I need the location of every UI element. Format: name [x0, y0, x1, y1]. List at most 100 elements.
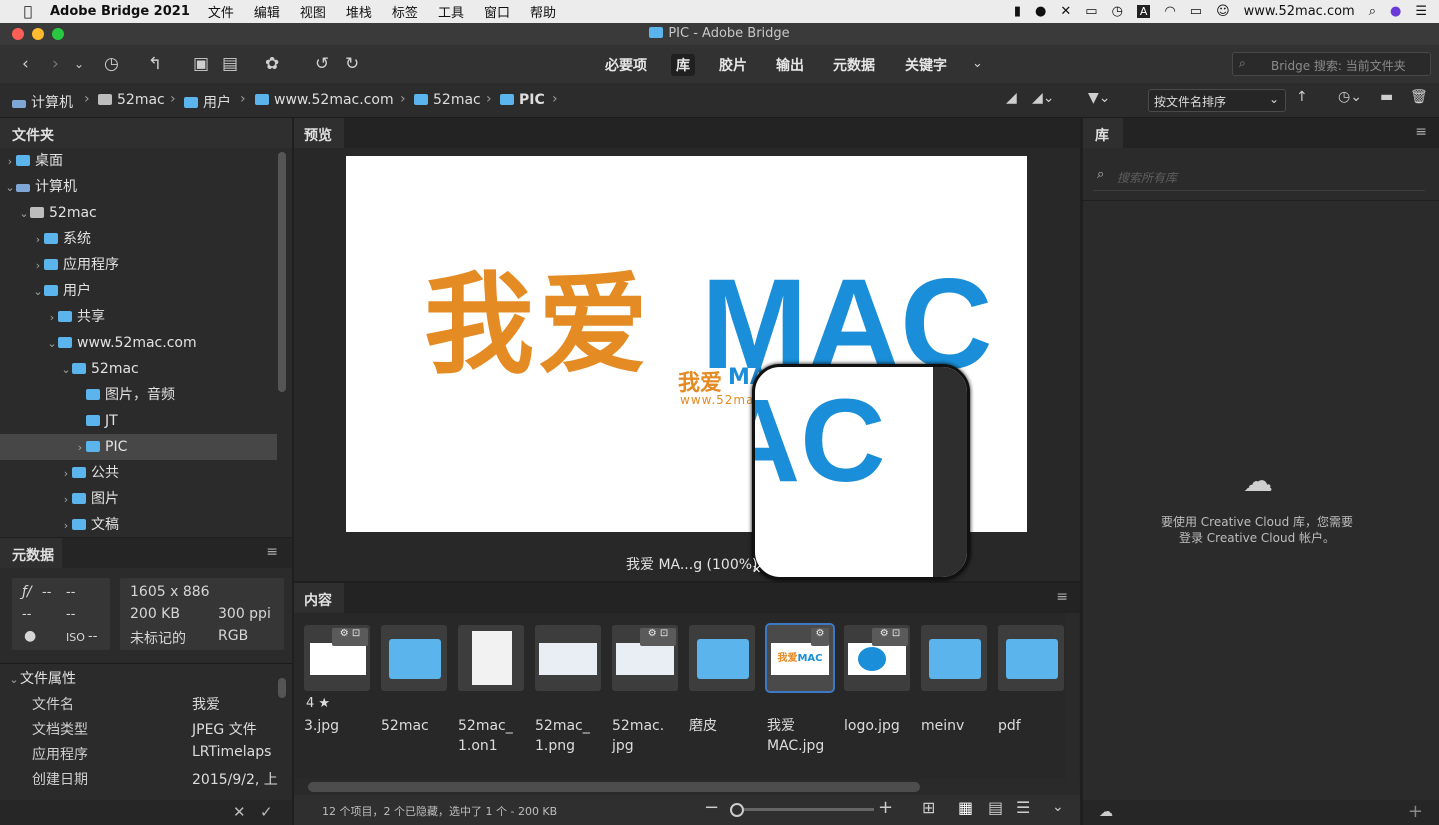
- thumb-52mac-folder[interactable]: [381, 625, 447, 691]
- tree-item-documents[interactable]: › 文稿: [0, 512, 277, 537]
- thumbnails-view-icon[interactable]: ▦: [958, 798, 973, 817]
- workspace-metadata[interactable]: 元数据: [828, 54, 880, 76]
- menu-label[interactable]: 标签: [392, 2, 418, 21]
- chevron-right-icon[interactable]: ›: [46, 305, 58, 331]
- zoom-out-icon[interactable]: −: [704, 797, 719, 818]
- tree-item-jt[interactable]: JT: [0, 408, 277, 434]
- file-name[interactable]: meinv: [921, 716, 995, 736]
- chevron-down-icon[interactable]: ⌄: [4, 175, 16, 201]
- rating[interactable]: 4 ★: [306, 696, 330, 711]
- folder-icon[interactable]: ▬: [1380, 89, 1393, 105]
- zoom-in-icon[interactable]: +: [878, 797, 893, 818]
- breadcrumb-52mac[interactable]: 52mac: [414, 92, 481, 108]
- thumb-logo-jpg[interactable]: ⚙ ⊡: [844, 625, 910, 691]
- new-folder-menu-icon[interactable]: ◷⌄: [1338, 89, 1362, 105]
- breadcrumb-site[interactable]: www.52mac.com: [255, 92, 394, 108]
- content-scrollbar[interactable]: [308, 782, 920, 792]
- apple-icon[interactable]: : [14, 4, 42, 20]
- content-vscroll[interactable]: [1066, 613, 1078, 783]
- workspace-library[interactable]: 库: [671, 54, 695, 76]
- slider-handle[interactable]: [730, 803, 744, 817]
- recent-icon[interactable]: ◷: [104, 54, 119, 74]
- chevron-right-icon[interactable]: ›: [32, 227, 44, 253]
- tree-item-52mac[interactable]: ⌄ 52mac: [0, 356, 277, 382]
- menu-view[interactable]: 视图: [300, 2, 326, 21]
- file-name[interactable]: 磨皮: [689, 716, 763, 736]
- file-name[interactable]: pdf: [998, 716, 1072, 736]
- chevron-right-icon[interactable]: ›: [552, 91, 558, 107]
- rotate-right-icon[interactable]: ↻: [345, 54, 359, 74]
- tree-item-pic[interactable]: › PIC: [0, 434, 277, 460]
- wifi-icon[interactable]: ◠: [1164, 4, 1175, 19]
- chevron-down-icon[interactable]: ⌄: [60, 357, 72, 383]
- notification-center-icon[interactable]: ☰: [1415, 4, 1427, 19]
- thumb-52mac-png[interactable]: [535, 625, 601, 691]
- tree-item-applications[interactable]: › 应用程序: [0, 252, 277, 278]
- loupe[interactable]: AC: [752, 364, 970, 580]
- chevron-right-icon[interactable]: ›: [4, 149, 16, 175]
- menu-stack[interactable]: 堆栈: [346, 2, 372, 21]
- metadata-scrollbar[interactable]: [278, 678, 286, 698]
- file-name[interactable]: 52mac_1.png: [535, 716, 601, 756]
- filter-icon[interactable]: ▼⌄: [1088, 90, 1111, 106]
- tree-item-public[interactable]: › 公共: [0, 460, 277, 486]
- chevron-right-icon[interactable]: ›: [74, 435, 86, 461]
- menu-help[interactable]: 帮助: [530, 2, 556, 21]
- thumb-pdf-folder[interactable]: [998, 625, 1064, 691]
- workspace-filmstrip[interactable]: 胶片: [714, 54, 752, 76]
- file-name[interactable]: 我爱 MAC.jpg: [767, 716, 837, 756]
- thumb-meinv-folder[interactable]: [921, 625, 987, 691]
- menu-tools[interactable]: 工具: [438, 2, 464, 21]
- chevron-down-icon[interactable]: ⌄: [46, 331, 58, 357]
- creative-cloud-icon[interactable]: ✿: [265, 54, 279, 74]
- quality-menu-icon[interactable]: ◢⌄: [1032, 90, 1055, 106]
- thumb-52mac-logo-jpg[interactable]: 我爱MAC ⚙: [765, 623, 835, 693]
- panel-menu-icon[interactable]: ≡: [1056, 589, 1068, 605]
- sort-ascending-icon[interactable]: ↑: [1296, 89, 1308, 105]
- chevron-right-icon[interactable]: ›: [60, 461, 72, 487]
- forward-icon[interactable]: ›: [52, 54, 59, 74]
- menu-edit[interactable]: 编辑: [254, 2, 280, 21]
- trash-icon[interactable]: 🗑: [1410, 89, 1428, 105]
- chevron-down-icon[interactable]: ⌄: [32, 279, 44, 305]
- mouse-icon[interactable]: ▮: [1014, 4, 1021, 19]
- file-name[interactable]: 3.jpg: [304, 716, 378, 736]
- list-view-icon[interactable]: ☰: [1016, 798, 1030, 817]
- tree-item-computer[interactable]: ⌄ 计算机: [0, 174, 277, 200]
- qq-icon[interactable]: ●: [1035, 4, 1046, 19]
- file-name[interactable]: logo.jpg: [844, 716, 918, 736]
- grid-lock-icon[interactable]: ⊞: [922, 798, 935, 817]
- input-method-icon[interactable]: A: [1136, 5, 1151, 18]
- chevron-right-icon[interactable]: ›: [60, 513, 72, 537]
- chevron-right-icon[interactable]: ›: [32, 253, 44, 279]
- panel-menu-icon[interactable]: ≡: [266, 544, 278, 560]
- folder-tree-scrollbar[interactable]: [278, 152, 286, 392]
- panel-menu-icon[interactable]: ≡: [1415, 124, 1427, 140]
- user-icon[interactable]: ☺: [1216, 4, 1230, 19]
- tree-item-system[interactable]: › 系统: [0, 226, 277, 252]
- sort-select[interactable]: 按文件名排序 ⌄: [1148, 89, 1286, 112]
- file-properties-section[interactable]: ⌄文件属性: [8, 668, 76, 688]
- menu-window[interactable]: 窗口: [484, 2, 510, 21]
- thumb-mopi-folder[interactable]: [689, 625, 755, 691]
- breadcrumb-users[interactable]: 用户: [184, 92, 231, 112]
- bridge-search[interactable]: ⌕ Bridge 搜索: 当前文件夹: [1232, 52, 1431, 76]
- cloud-sync-icon[interactable]: ☁: [1099, 804, 1113, 820]
- camera-icon[interactable]: ▣: [193, 54, 209, 74]
- workspace-output[interactable]: 输出: [771, 54, 809, 76]
- workspace-more-icon[interactable]: ⌄: [972, 56, 983, 71]
- chevron-down-icon[interactable]: ⌄: [18, 201, 30, 227]
- cancel-icon[interactable]: ✕: [233, 803, 246, 821]
- tree-item-images-audio[interactable]: 图片，音频: [0, 382, 277, 408]
- breadcrumb-computer[interactable]: 计算机: [12, 92, 73, 112]
- library-search[interactable]: ⌕ 搜索所有库: [1093, 164, 1425, 191]
- airplay-icon[interactable]: ▭: [1085, 4, 1097, 19]
- menu-file[interactable]: 文件: [208, 2, 234, 21]
- tree-item-disk[interactable]: ⌄ 52mac: [0, 200, 277, 226]
- chevron-down-icon[interactable]: ⌄: [74, 57, 84, 71]
- breadcrumb-disk[interactable]: 52mac: [98, 92, 165, 108]
- add-icon[interactable]: +: [1408, 801, 1423, 822]
- view-menu-icon[interactable]: ⌄: [1052, 799, 1064, 815]
- siri-icon[interactable]: ●: [1390, 4, 1401, 19]
- refine-icon[interactable]: ▤: [222, 54, 238, 74]
